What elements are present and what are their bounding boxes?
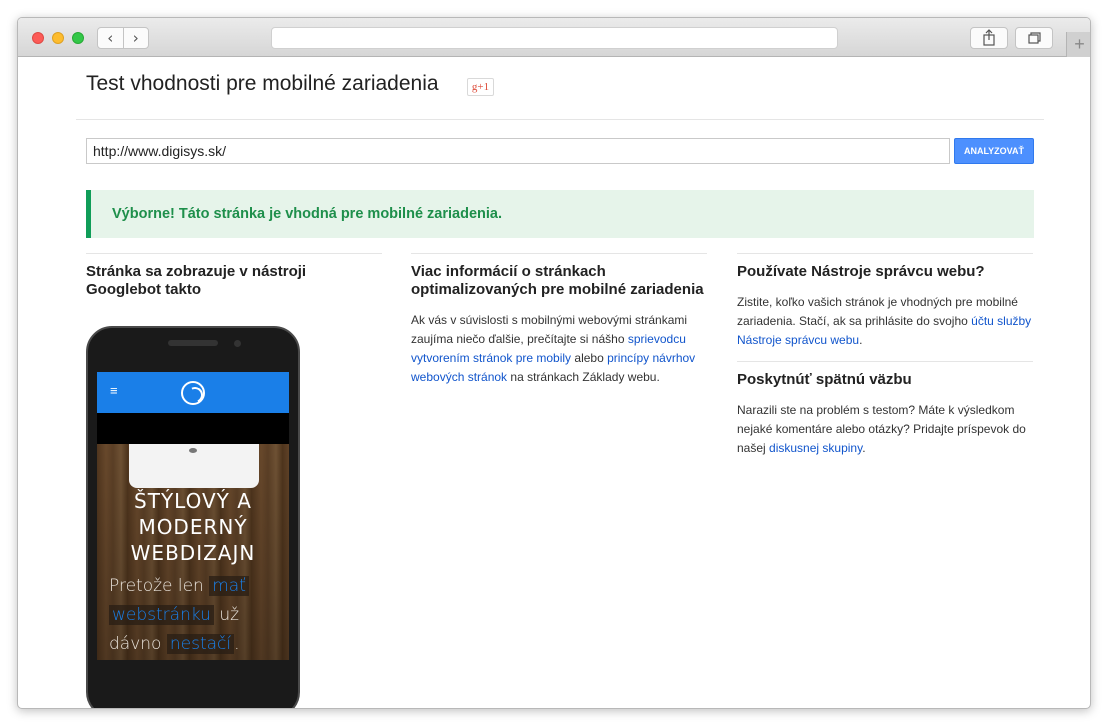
- divider: [86, 253, 382, 254]
- webmaster-tools-title: Používate Nástroje správcu webu?: [737, 263, 985, 280]
- site-logo-icon: [181, 381, 205, 405]
- hero-subtext-highlight: nestačí: [166, 634, 235, 654]
- page-content: Test vhodnosti pre mobilné zariadenia g+…: [18, 58, 1090, 708]
- webmaster-tools-column: Používate Nástroje správcu webu? Zistite…: [737, 253, 1033, 458]
- preview-title: Stránka sa zobrazuje v nástroji Googlebo…: [86, 263, 307, 298]
- webmaster-tools-text: Zistite, koľko vašich stránok je vhodnýc…: [737, 293, 1033, 350]
- mobile-header: ≡: [97, 372, 289, 413]
- text: .: [859, 333, 863, 347]
- tabs-icon: [1028, 32, 1041, 44]
- mobile-hero: ŠTÝLOVÝ A MODERNÝ WEBDIZAJN Pretože len …: [97, 444, 289, 660]
- text: na stránkach Základy webu.: [510, 370, 660, 384]
- minimize-window-button[interactable]: [52, 32, 64, 44]
- browser-window: ‹ › + Test vhodnosti pre mobilné zariade…: [17, 17, 1091, 709]
- analyze-button[interactable]: ANALYZOVAŤ: [954, 138, 1034, 164]
- feedback-title: Poskytnúť spätnú väzbu: [737, 371, 912, 388]
- hero-headline-line: WEBDIZAJN: [130, 541, 256, 565]
- googlebot-preview-column: Stránka sa zobrazuje v nástroji Googlebo…: [86, 253, 382, 299]
- page-title: Test vhodnosti pre mobilné zariadenia: [86, 72, 439, 95]
- divider: [411, 253, 707, 254]
- divider: [76, 119, 1044, 120]
- browser-toolbar: ‹ › +: [18, 18, 1090, 57]
- forward-button[interactable]: ›: [124, 28, 149, 48]
- hero-subtext: Pretože len mať webstránku už dávno nest…: [109, 572, 281, 659]
- phone-preview: ≡ ŠTÝLOVÝ A MODERNÝ WEBDIZAJN Pretože le…: [86, 326, 300, 708]
- divider: [737, 361, 1033, 362]
- hero-headline-line: ŠTÝLOVÝ A: [134, 489, 252, 513]
- close-window-button[interactable]: [32, 32, 44, 44]
- text: .: [862, 441, 866, 455]
- share-button[interactable]: [970, 27, 1008, 49]
- more-info-column: Viac informácií o stránkach optimalizova…: [411, 253, 707, 387]
- gplus-button[interactable]: g+1: [467, 78, 494, 96]
- address-bar[interactable]: [271, 27, 838, 49]
- phone-speaker: [168, 340, 218, 346]
- hero-subtext-highlight: mať: [209, 576, 249, 596]
- hero-headline: ŠTÝLOVÝ A MODERNÝ WEBDIZAJN: [97, 488, 289, 566]
- result-message: Výborne! Táto stránka je vhodná pre mobi…: [112, 206, 502, 222]
- share-icon: [983, 29, 995, 46]
- hero-subtext-part: .: [234, 634, 240, 654]
- text: alebo: [574, 351, 604, 365]
- divider: [737, 253, 1033, 254]
- monitor-image: [129, 444, 259, 488]
- hero-headline-line: MODERNÝ: [138, 515, 248, 539]
- history-nav: ‹ ›: [97, 27, 149, 49]
- hero-subtext-part: Pretože len: [109, 576, 204, 596]
- hero-subtext-highlight: webstránku: [109, 605, 214, 625]
- more-info-text: Ak vás v súvislosti s mobilnými webovými…: [411, 311, 707, 387]
- zoom-window-button[interactable]: [72, 32, 84, 44]
- result-banner: Výborne! Táto stránka je vhodná pre mobi…: [86, 190, 1034, 238]
- tab-overview-button[interactable]: [1015, 27, 1053, 49]
- phone-screen: ≡ ŠTÝLOVÝ A MODERNÝ WEBDIZAJN Pretože le…: [97, 372, 289, 660]
- hero-subtext-part: dávno: [109, 634, 162, 654]
- phone-camera: [234, 340, 241, 347]
- url-input[interactable]: http://www.digisys.sk/: [86, 138, 950, 164]
- apple-logo-icon: [189, 448, 197, 453]
- back-button[interactable]: ‹: [98, 28, 124, 48]
- feedback-text: Narazili ste na problém s testom? Máte k…: [737, 401, 1033, 458]
- hamburger-menu-icon: ≡: [110, 383, 118, 398]
- hero-subtext-part: už: [219, 605, 240, 625]
- discussion-group-link[interactable]: diskusnej skupiny: [769, 441, 862, 455]
- more-info-title: Viac informácií o stránkach optimalizova…: [411, 263, 704, 298]
- new-tab-button[interactable]: +: [1066, 32, 1090, 57]
